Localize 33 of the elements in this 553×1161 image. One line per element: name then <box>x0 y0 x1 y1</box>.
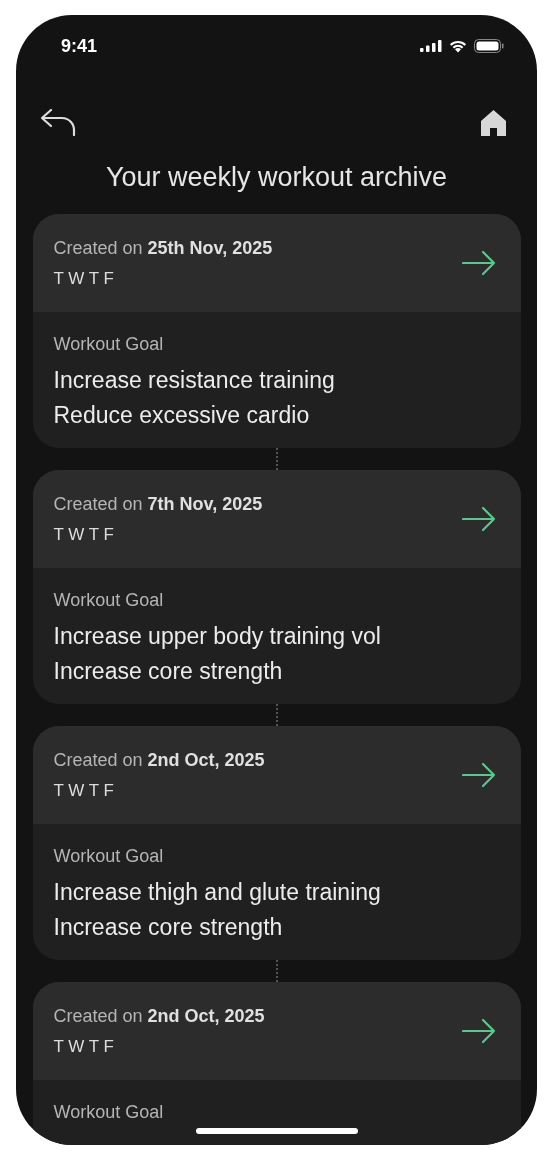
arrow-right-icon[interactable] <box>461 762 496 788</box>
wifi-icon <box>448 39 468 53</box>
goal-text: Reduce excessive cardio <box>53 401 311 430</box>
goal-text: Increase thigh and glute training <box>53 878 382 907</box>
arrow-right-icon[interactable] <box>461 250 496 276</box>
goal-label: Workout Goal <box>53 334 165 355</box>
workout-card[interactable]: Created on 7th Nov, 2025 T W T F Workout Goal Increase upper body training vol Increase core strength <box>32 470 521 704</box>
signal-icon <box>420 40 442 52</box>
workout-days: T W T F <box>53 524 263 545</box>
arrow-right-icon[interactable] <box>461 506 496 532</box>
workout-days: T W T F <box>53 780 265 801</box>
arrow-right-icon[interactable] <box>461 1018 496 1044</box>
workout-days: T W T F <box>53 268 273 289</box>
created-date: Created on 2nd Oct, 2025 <box>53 1005 265 1027</box>
created-date: Created on 7th Nov, 2025 <box>53 493 263 515</box>
page-title: Your weekly workout archive <box>104 161 449 194</box>
goal-text: Increase resistance training <box>53 366 336 395</box>
goal-label: Workout Goal <box>53 846 165 867</box>
workout-card[interactable]: Created on 2nd Oct, 2025 T W T F Workout Goal <box>32 982 521 1145</box>
workout-card[interactable]: Created on 25th Nov, 2025 T W T F Workout Goal Increase resistance training Reduce excessive cardio <box>32 214 521 448</box>
back-icon[interactable] <box>40 108 76 136</box>
goal-label: Workout Goal <box>53 1102 165 1123</box>
workout-days: T W T F <box>53 1036 265 1057</box>
workout-card[interactable]: Created on 2nd Oct, 2025 T W T F Workout Goal Increase thigh and glute training Increase core strength <box>32 726 521 960</box>
goal-label: Workout Goal <box>53 590 165 611</box>
goal-text: Increase core strength <box>53 913 284 942</box>
created-date: Created on 25th Nov, 2025 <box>53 237 273 259</box>
status-time: 9:41 <box>61 35 98 57</box>
goal-text: Increase upper body training vol <box>53 622 382 651</box>
battery-icon <box>474 39 504 53</box>
goal-text: Increase core strength <box>53 657 284 686</box>
created-date: Created on 2nd Oct, 2025 <box>53 749 265 771</box>
home-icon[interactable] <box>480 108 507 136</box>
